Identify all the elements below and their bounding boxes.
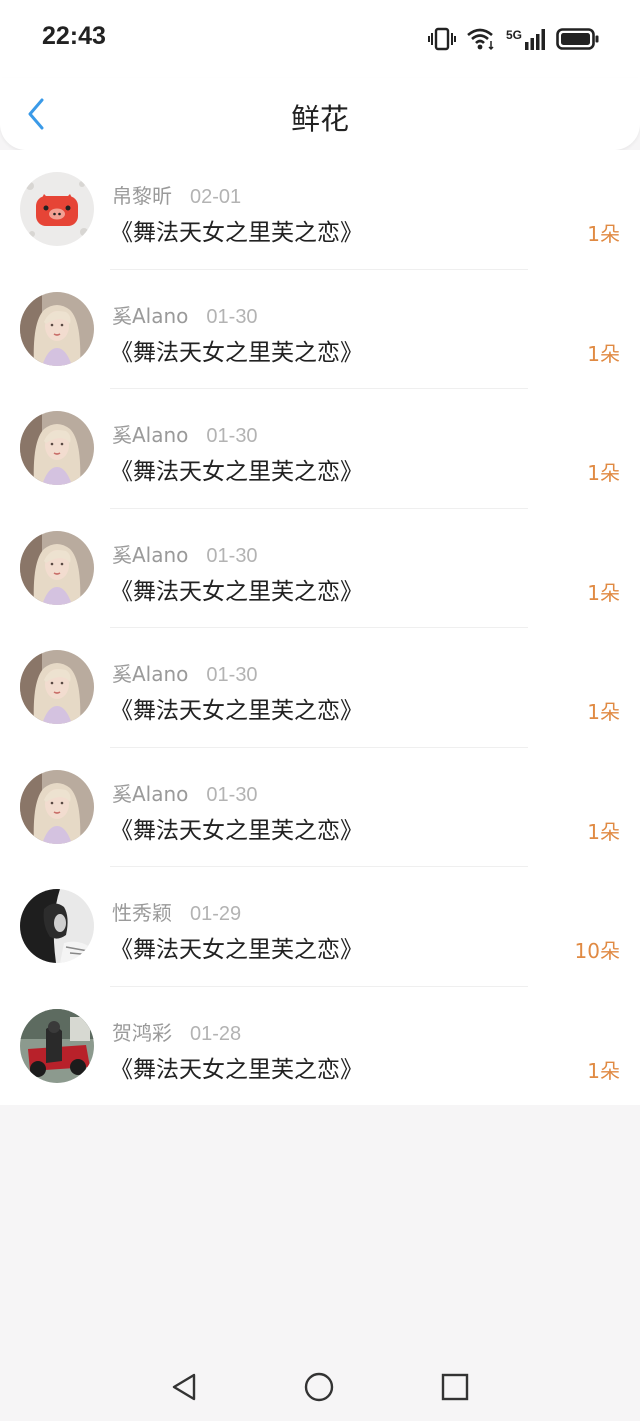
page-title: 鲜花 (290, 102, 349, 136)
book-title[interactable]: 《舞法天女之里芙之恋》 (110, 572, 363, 606)
blonde-girl-avatar-icon (20, 769, 94, 844)
list-item[interactable]: 奚Alano 01-30 《舞法天女之里芙之恋》 1朵 (0, 748, 640, 867)
book-title[interactable]: 《舞法天女之里芙之恋》 (110, 333, 363, 367)
avatar[interactable] (20, 769, 94, 844)
book-title[interactable]: 《舞法天女之里芙之恋》 (110, 811, 363, 845)
blonde-girl-avatar-icon (20, 411, 94, 485)
book-title[interactable]: 《舞法天女之里芙之恋》 (110, 691, 363, 725)
record-date: 01-30 (206, 544, 258, 567)
sender-line: 奚Alano 01-30 (112, 300, 258, 329)
triangle-back-icon (172, 1373, 196, 1401)
battery-icon (556, 28, 599, 50)
status-icons: 5G (427, 24, 600, 54)
sender-line: 帛黎昕 02-01 (112, 180, 241, 209)
avatar[interactable] (20, 650, 94, 724)
wifi-icon (467, 28, 494, 51)
motorcycle-rider-avatar-icon (20, 1008, 94, 1083)
system-recents-button[interactable] (437, 1369, 473, 1405)
list-item[interactable]: 奚Alano 01-30 《舞法天女之里芙之恋》 1朵 (0, 628, 640, 748)
avatar[interactable] (20, 1008, 94, 1083)
status-bar: 22:43 5G (0, 0, 640, 78)
sender-line: 奚Alano 01-30 (112, 539, 258, 568)
header-bar: 鲜花 (0, 78, 640, 150)
sender-name[interactable]: 奚Alano (112, 543, 188, 567)
avatar[interactable] (20, 889, 94, 963)
list-item[interactable]: 奚Alano 01-30 《舞法天女之里芙之恋》 1朵 (0, 389, 640, 509)
square-recents-icon (441, 1373, 469, 1401)
flower-count: 1朵 (587, 341, 620, 366)
sender-name[interactable]: 帛黎昕 (112, 184, 172, 208)
avatar[interactable] (20, 172, 94, 246)
avatar[interactable] (20, 291, 94, 366)
sender-line: 奚Alano 01-30 (112, 658, 258, 687)
list-item[interactable]: 奚Alano 01-30 《舞法天女之里芙之恋》 1朵 (0, 509, 640, 628)
list-item[interactable]: 性秀颖 01-29 《舞法天女之里芙之恋》 10朵 (0, 867, 640, 987)
flower-count: 1朵 (587, 461, 620, 485)
sender-name[interactable]: 奚Alano (112, 662, 188, 686)
sender-name[interactable]: 贺鸿彩 (112, 1021, 172, 1045)
vibrate-icon (427, 27, 456, 51)
flower-count: 10朵 (574, 939, 620, 963)
system-navigation-bar (0, 1351, 640, 1421)
book-title[interactable]: 《舞法天女之里芙之恋》 (110, 213, 363, 247)
network-label: 5G (505, 28, 522, 42)
record-date: 01-30 (206, 425, 258, 447)
sender-line: 性秀颖 01-29 (112, 897, 241, 926)
monochrome-girl-avatar-icon (20, 889, 94, 963)
flower-count: 1朵 (587, 700, 620, 724)
record-date: 01-30 (206, 305, 258, 328)
blonde-girl-avatar-icon (20, 650, 94, 724)
flower-record-list: 帛黎昕 02-01 《舞法天女之里芙之恋》 1朵 奚Alano 01-30 《舞法天… (0, 150, 640, 1105)
blonde-girl-avatar-icon (20, 291, 94, 366)
book-title[interactable]: 《舞法天女之里芙之恋》 (110, 1050, 363, 1084)
avatar[interactable] (20, 530, 94, 605)
book-title[interactable]: 《舞法天女之里芙之恋》 (110, 452, 363, 486)
record-date: 01-29 (190, 903, 242, 925)
sender-line: 贺鸿彩 01-28 (112, 1017, 241, 1046)
sender-name[interactable]: 性秀颖 (112, 901, 172, 925)
status-time: 22:43 (42, 22, 106, 50)
system-back-button[interactable] (166, 1369, 202, 1405)
flower-count: 1朵 (587, 222, 620, 246)
flower-count: 1朵 (587, 1058, 620, 1083)
list-item[interactable]: 奚Alano 01-30 《舞法天女之里芙之恋》 1朵 (0, 270, 640, 389)
sender-line: 奚Alano 01-30 (112, 778, 258, 807)
flower-count: 1朵 (587, 819, 620, 844)
list-item[interactable]: 贺鸿彩 01-28 《舞法天女之里芙之恋》 1朵 (0, 987, 640, 1105)
sender-name[interactable]: 奚Alano (112, 304, 188, 328)
record-date: 01-30 (206, 783, 258, 806)
blonde-girl-avatar-icon (20, 530, 94, 605)
sender-name[interactable]: 奚Alano (112, 782, 188, 806)
record-date: 02-01 (190, 186, 242, 208)
sender-line: 奚Alano 01-30 (112, 419, 258, 448)
avatar[interactable] (20, 411, 94, 485)
pig-sticker-avatar-icon (20, 172, 94, 246)
record-date: 01-30 (206, 664, 258, 686)
list-item[interactable]: 帛黎昕 02-01 《舞法天女之里芙之恋》 1朵 (0, 150, 640, 270)
record-date: 01-28 (190, 1022, 242, 1045)
book-title[interactable]: 《舞法天女之里芙之恋》 (110, 930, 363, 964)
system-home-button[interactable] (301, 1369, 337, 1405)
flower-count: 1朵 (587, 580, 620, 605)
sender-name[interactable]: 奚Alano (112, 423, 188, 447)
signal-icon (525, 29, 545, 50)
circle-home-icon (304, 1372, 334, 1402)
